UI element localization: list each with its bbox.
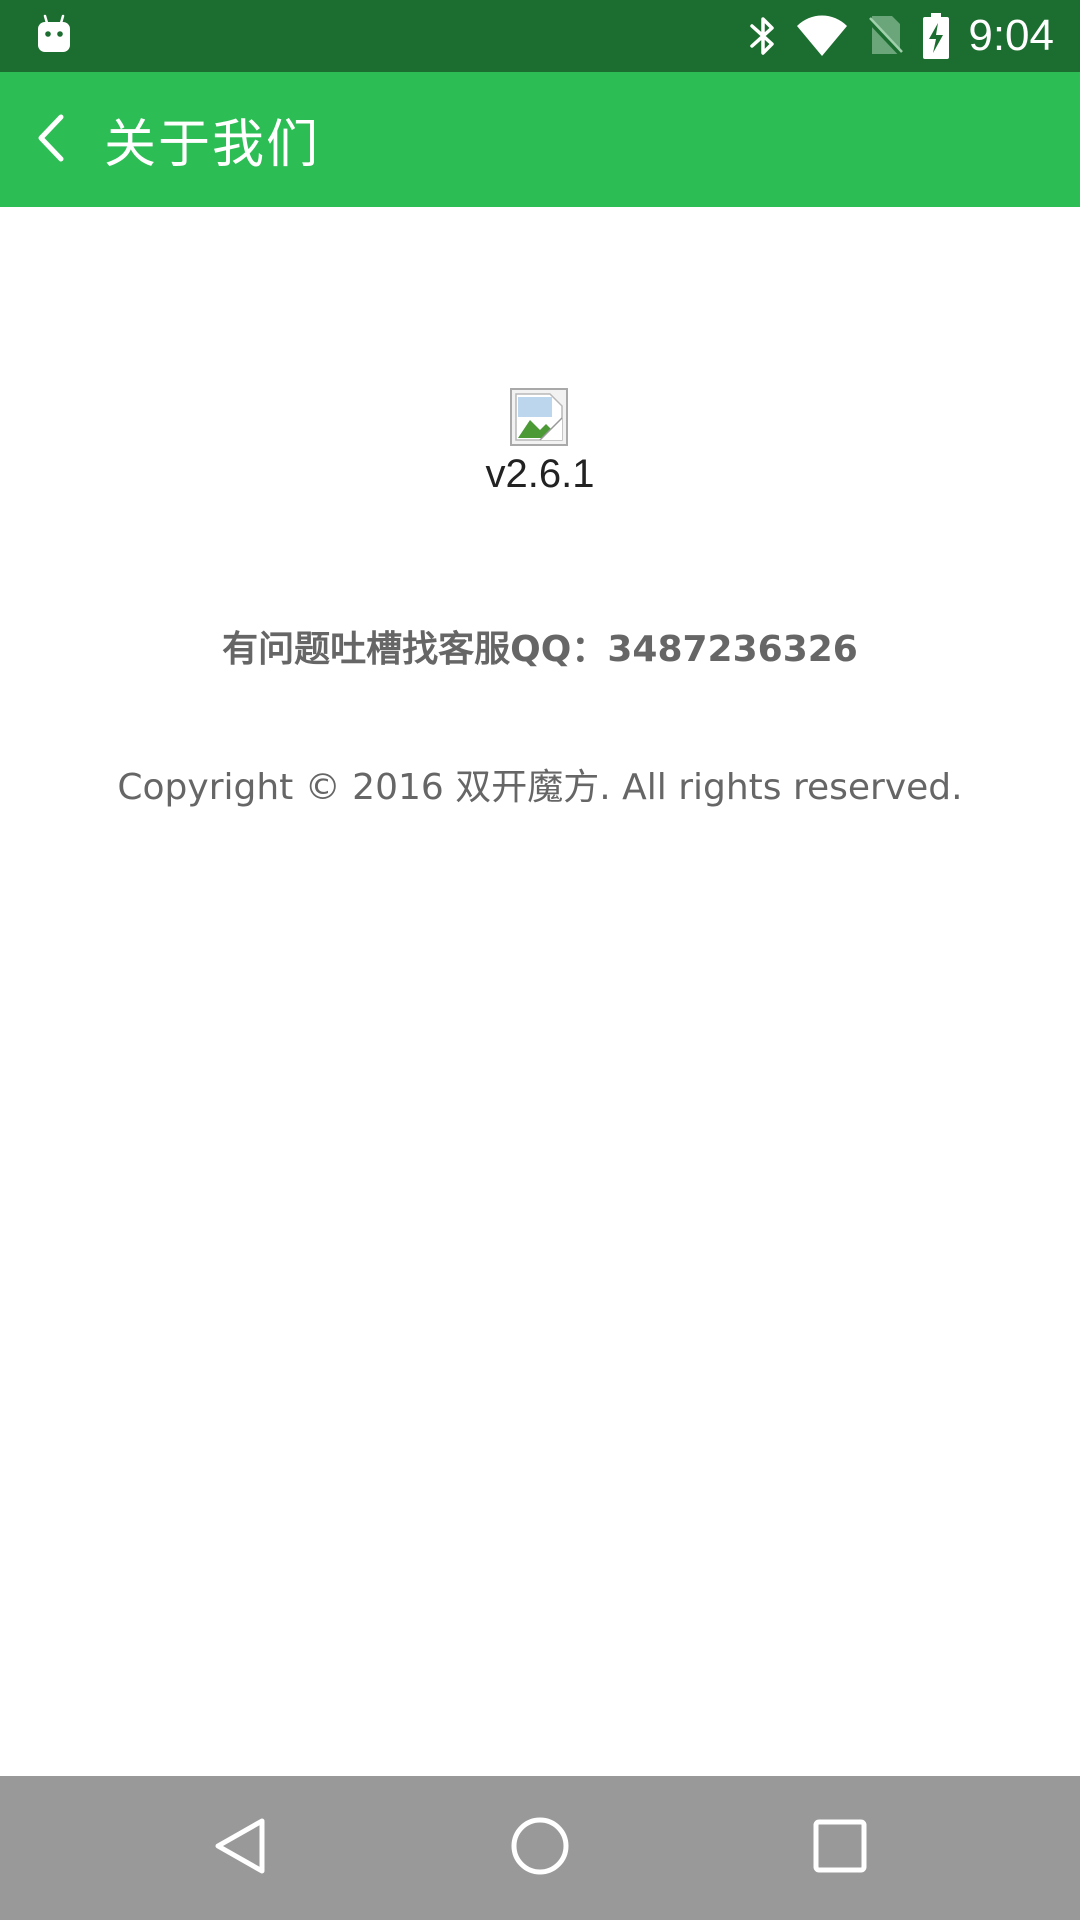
- battery-charging-icon: [922, 13, 950, 59]
- status-time: 9:04: [968, 11, 1054, 60]
- nav-home-button[interactable]: [504, 1812, 576, 1884]
- bluetooth-icon: [748, 14, 778, 58]
- status-icons: 9:04: [748, 0, 1054, 72]
- page-title: 关于我们: [104, 115, 321, 175]
- chevron-left-icon: [35, 113, 69, 167]
- home-circle-icon: [510, 1816, 570, 1880]
- broken-image-icon: [510, 388, 568, 446]
- back-button[interactable]: [28, 110, 76, 170]
- recent-square-icon: [813, 1819, 867, 1877]
- nav-recent-button[interactable]: [804, 1812, 876, 1884]
- contact-info: 有问题吐槽找客服QQ：3487236326: [222, 629, 858, 670]
- version-label: v2.6.1: [485, 452, 595, 496]
- about-screen: 9:04 关于我们 v2.6.1 有问题吐槽找客服QQ：3487236326 C…: [0, 0, 1080, 1920]
- copyright-text: Copyright © 2016 双开魔方. All rights reserv…: [117, 767, 963, 808]
- android-notification-icon: [36, 14, 72, 54]
- wifi-icon: [796, 15, 848, 57]
- navigation-bar: [0, 1776, 1080, 1920]
- back-triangle-icon: [212, 1816, 268, 1880]
- no-sim-icon: [866, 14, 904, 58]
- toolbar: 关于我们: [0, 72, 1080, 207]
- status-bar: 9:04: [0, 0, 1080, 72]
- nav-back-button[interactable]: [204, 1812, 276, 1884]
